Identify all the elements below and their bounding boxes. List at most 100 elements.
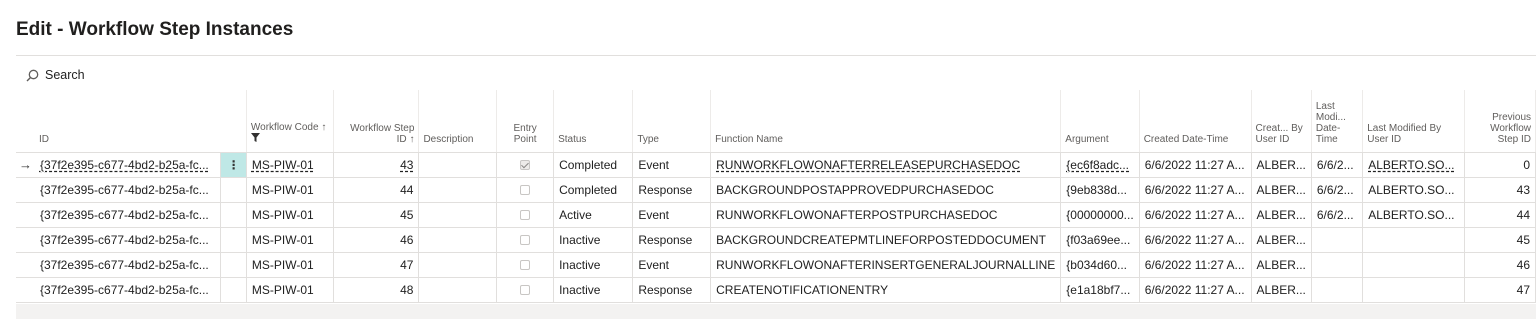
cell-argument[interactable]: {9eb838d... — [1060, 177, 1140, 203]
cell-status[interactable]: Active — [553, 202, 634, 228]
cell-id[interactable]: {37f2e395-c677-4bd2-b25a-fc... — [34, 202, 222, 228]
cell-workflow-code[interactable]: MS-PIW-01 — [246, 252, 335, 278]
entry-point-checkbox[interactable] — [520, 285, 531, 296]
cell-last-modified-by[interactable] — [1362, 277, 1465, 303]
column-header-previous-step-id[interactable]: Previous Workflow Step ID — [1464, 90, 1536, 153]
cell-last-modified-by[interactable] — [1362, 227, 1465, 253]
cell-last-modified-datetime[interactable]: 6/6/2... — [1311, 152, 1364, 178]
cell-status[interactable]: Inactive — [553, 227, 634, 253]
cell-type[interactable]: Event — [632, 202, 712, 228]
cell-function-name[interactable]: BACKGROUNDPOSTAPPROVEDPURCHASEDOC — [710, 177, 1062, 203]
table-row[interactable]: {37f2e395-c677-4bd2-b25a-fc... MS-PIW-01 4… — [16, 227, 1536, 253]
table-row[interactable]: {37f2e395-c677-4bd2-b25a-fc... MS-PIW-01 4… — [16, 177, 1536, 203]
entry-point-checkbox[interactable] — [520, 235, 531, 246]
cell-workflow-step-id[interactable]: 45 — [333, 202, 420, 228]
cell-entry-point[interactable] — [496, 227, 555, 253]
column-header-function-name[interactable]: Function Name — [710, 90, 1062, 153]
column-header-type[interactable]: Type — [632, 90, 712, 153]
cell-function-name[interactable]: CREATENOTIFICATIONENTRY — [710, 277, 1062, 303]
cell-last-modified-datetime[interactable] — [1311, 252, 1364, 278]
cell-workflow-code[interactable]: MS-PIW-01 — [246, 227, 335, 253]
column-header-argument[interactable]: Argument — [1060, 90, 1140, 153]
entry-point-checkbox[interactable] — [520, 210, 531, 221]
cell-last-modified-by[interactable]: ALBERTO.SO... — [1362, 177, 1465, 203]
cell-argument[interactable]: {e1a18bf7... — [1060, 277, 1140, 303]
table-row[interactable]: → {37f2e395-c677-4bd2-b25a-fc... ⋮ MS-PIW-0… — [16, 152, 1536, 178]
cell-argument[interactable]: {b034d60... — [1060, 252, 1140, 278]
cell-created-datetime[interactable]: 6/6/2022 11:27 A... — [1139, 202, 1252, 228]
cell-workflow-code[interactable]: MS-PIW-01 — [246, 177, 335, 203]
cell-created-by[interactable]: ALBER... — [1251, 177, 1312, 203]
cell-created-by[interactable]: ALBER... — [1251, 152, 1312, 178]
table-row[interactable]: {37f2e395-c677-4bd2-b25a-fc... MS-PIW-01 4… — [16, 202, 1536, 228]
cell-last-modified-datetime[interactable] — [1311, 227, 1364, 253]
cell-last-modified-by[interactable]: ALBERTO.SO... — [1362, 202, 1465, 228]
cell-function-name[interactable]: RUNWORKFLOWONAFTERINSERTGENERALJOURNALLI… — [710, 252, 1062, 278]
column-header-created-by[interactable]: Creat... By User ID — [1251, 90, 1312, 153]
cell-workflow-step-id[interactable]: 44 — [333, 177, 420, 203]
cell-entry-point[interactable] — [496, 277, 555, 303]
cell-previous-step-id[interactable]: 47 — [1464, 277, 1536, 303]
cell-entry-point[interactable] — [496, 202, 555, 228]
cell-previous-step-id[interactable]: 0 — [1464, 152, 1536, 178]
cell-created-by[interactable]: ALBER... — [1251, 252, 1312, 278]
cell-created-datetime[interactable]: 6/6/2022 11:27 A... — [1139, 227, 1252, 253]
table-row[interactable]: {37f2e395-c677-4bd2-b25a-fc... MS-PIW-01 4… — [16, 252, 1536, 278]
cell-workflow-step-id[interactable]: 47 — [333, 252, 420, 278]
cell-created-datetime[interactable]: 6/6/2022 11:27 A... — [1139, 252, 1252, 278]
cell-entry-point[interactable] — [496, 152, 555, 178]
cell-type[interactable]: Response — [632, 277, 712, 303]
cell-argument[interactable]: {f03a69ee... — [1060, 227, 1140, 253]
cell-workflow-code[interactable]: MS-PIW-01 — [246, 202, 335, 228]
cell-description[interactable] — [418, 252, 498, 278]
cell-previous-step-id[interactable]: 44 — [1464, 202, 1536, 228]
column-header-workflow-step-id[interactable]: Workflow Step ID ↑ — [333, 90, 420, 153]
column-header-created-datetime[interactable]: Created Date-Time — [1139, 90, 1252, 153]
entry-point-checkbox[interactable] — [520, 160, 531, 171]
cell-entry-point[interactable] — [496, 177, 555, 203]
column-header-workflow-code[interactable]: Workflow Code ↑ — [246, 90, 335, 153]
cell-workflow-step-id[interactable]: 48 — [333, 277, 420, 303]
cell-id[interactable]: {37f2e395-c677-4bd2-b25a-fc... — [34, 277, 222, 303]
cell-previous-step-id[interactable]: 43 — [1464, 177, 1536, 203]
cell-created-by[interactable]: ALBER... — [1251, 277, 1312, 303]
cell-last-modified-by[interactable] — [1362, 252, 1465, 278]
column-header-last-modified-by[interactable]: Last Modified By User ID — [1362, 90, 1465, 153]
cell-id[interactable]: {37f2e395-c677-4bd2-b25a-fc... — [34, 152, 222, 178]
cell-previous-step-id[interactable]: 46 — [1464, 252, 1536, 278]
cell-id[interactable]: {37f2e395-c677-4bd2-b25a-fc... — [34, 227, 222, 253]
search-button[interactable]: Search — [26, 66, 85, 84]
cell-created-by[interactable]: ALBER... — [1251, 227, 1312, 253]
cell-description[interactable] — [418, 227, 498, 253]
cell-status[interactable]: Inactive — [553, 252, 634, 278]
cell-last-modified-datetime[interactable] — [1311, 277, 1364, 303]
cell-status[interactable]: Inactive — [553, 277, 634, 303]
cell-type[interactable]: Response — [632, 227, 712, 253]
cell-type[interactable]: Event — [632, 152, 712, 178]
cell-function-name[interactable]: RUNWORKFLOWONAFTERPOSTPURCHASEDOC — [710, 202, 1062, 228]
cell-created-datetime[interactable]: 6/6/2022 11:27 A... — [1139, 152, 1252, 178]
cell-status[interactable]: Completed — [553, 177, 634, 203]
cell-workflow-code[interactable]: MS-PIW-01 — [246, 277, 335, 303]
cell-description[interactable] — [418, 177, 498, 203]
cell-last-modified-by[interactable]: ALBERTO.SO... — [1362, 152, 1465, 178]
cell-argument[interactable]: {ec6f8adc... — [1060, 152, 1140, 178]
cell-function-name[interactable]: BACKGROUNDCREATEPMTLINEFORPOSTEDDOCUMENT — [710, 227, 1062, 253]
column-header-entry-point[interactable]: Entry Point — [496, 90, 555, 153]
cell-type[interactable]: Response — [632, 177, 712, 203]
cell-created-datetime[interactable]: 6/6/2022 11:27 A... — [1139, 177, 1252, 203]
cell-type[interactable]: Event — [632, 252, 712, 278]
cell-status[interactable]: Completed — [553, 152, 634, 178]
column-header-status[interactable]: Status — [553, 90, 634, 153]
cell-workflow-code[interactable]: MS-PIW-01 — [246, 152, 335, 178]
cell-previous-step-id[interactable]: 45 — [1464, 227, 1536, 253]
cell-description[interactable] — [418, 152, 498, 178]
cell-function-name[interactable]: RUNWORKFLOWONAFTERRELEASEPURCHASEDOC — [710, 152, 1062, 178]
cell-last-modified-datetime[interactable]: 6/6/2... — [1311, 202, 1364, 228]
cell-workflow-step-id[interactable]: 46 — [333, 227, 420, 253]
cell-description[interactable] — [418, 277, 498, 303]
cell-created-by[interactable]: ALBER... — [1251, 202, 1312, 228]
cell-workflow-step-id[interactable]: 43 — [333, 152, 420, 178]
cell-description[interactable] — [418, 202, 498, 228]
cell-entry-point[interactable] — [496, 252, 555, 278]
